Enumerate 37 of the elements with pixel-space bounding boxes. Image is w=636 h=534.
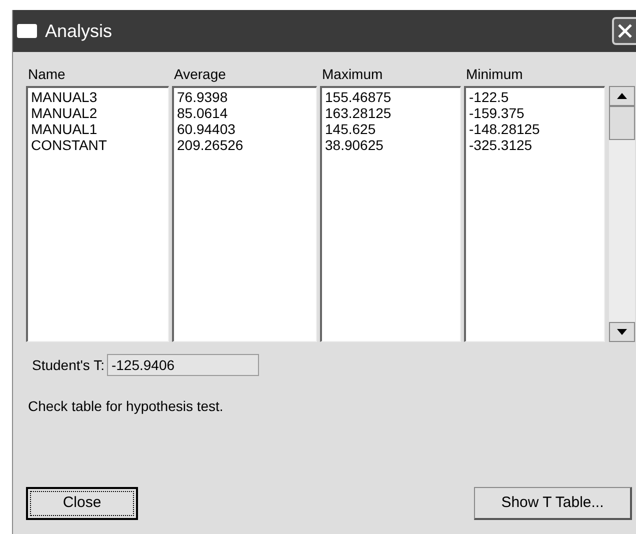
students-t-label: Student's T: — [32, 356, 104, 374]
close-icon — [618, 24, 632, 38]
list-item[interactable]: -159.375 — [469, 105, 524, 121]
list-item[interactable]: 85.0614 — [177, 105, 228, 121]
scrollbar[interactable] — [609, 86, 635, 342]
list-item[interactable]: 155.46875 — [325, 89, 392, 105]
list-item[interactable]: 163.28125 — [325, 105, 392, 121]
list-item[interactable]: -148.28125 — [469, 121, 540, 137]
scroll-down-icon[interactable] — [609, 322, 635, 342]
list-box[interactable]: 76.9398 85.0614 60.94403 209.26526 — [172, 86, 317, 342]
show-table-button[interactable]: Show T Table... — [474, 487, 632, 520]
list-box[interactable]: MANUAL3 MANUAL2 MANUAL1 CONSTANT — [26, 86, 169, 342]
hint-text: Check table for hypothesis test. — [27, 397, 224, 416]
students-t-field: -125.9406 — [107, 354, 260, 376]
list-item[interactable]: 209.26526 — [177, 137, 244, 153]
list-item[interactable]: -122.5 — [469, 89, 509, 105]
scroll-up-icon[interactable] — [609, 86, 635, 106]
scroll-thumb[interactable] — [609, 106, 635, 140]
list-item[interactable]: MANUAL3 — [31, 89, 98, 105]
list-item[interactable]: 38.90625 — [325, 137, 384, 153]
list-item[interactable]: MANUAL2 — [31, 105, 98, 121]
window-icon — [17, 24, 37, 38]
close-button[interactable] — [612, 17, 636, 45]
list-item[interactable]: 145.625 — [325, 121, 376, 137]
list-item[interactable]: CONSTANT — [31, 137, 107, 153]
list-item[interactable]: 76.9398 — [177, 89, 228, 105]
column-header: Maximum — [321, 65, 384, 84]
list-item[interactable]: MANUAL1 — [31, 121, 98, 137]
column-header: Minimum — [465, 65, 524, 84]
column-header: Name — [27, 65, 66, 84]
list-item[interactable]: 60.94403 — [177, 121, 236, 137]
column-header: Average — [173, 65, 227, 84]
list-box[interactable]: 155.46875 163.28125 145.625 38.90625 — [320, 86, 461, 342]
list-box[interactable]: -122.5 -159.375 -148.28125 -325.3125 — [464, 86, 605, 342]
list-item[interactable]: -325.3125 — [469, 137, 532, 153]
close-dialog-button[interactable]: Close — [26, 487, 138, 520]
window-title: Analysis — [45, 20, 112, 43]
